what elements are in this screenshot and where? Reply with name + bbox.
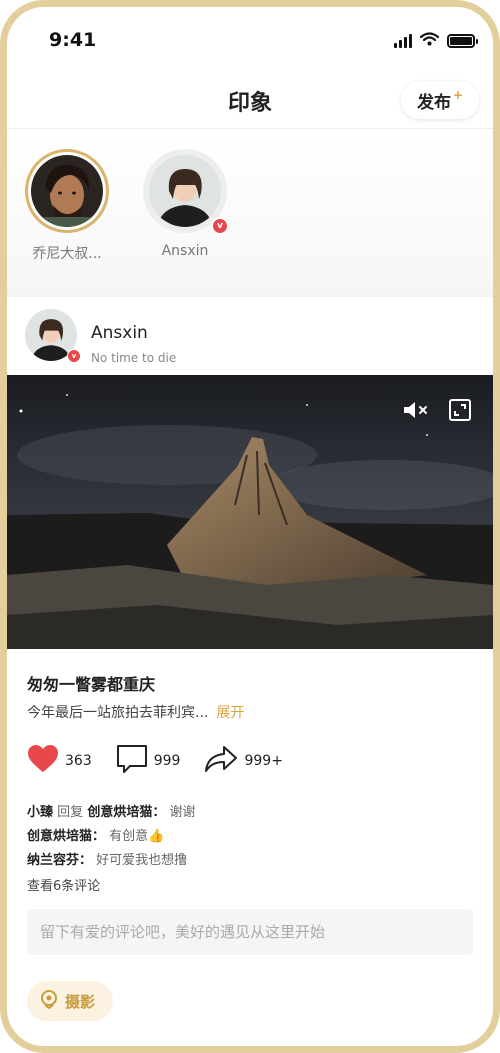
verified-badge-icon: v	[67, 349, 81, 363]
post-author-name[interactable]: Ansxin	[91, 323, 148, 343]
story-ring-active	[25, 149, 109, 233]
share-button[interactable]: 999+	[204, 745, 283, 777]
speaker-mute-icon	[402, 400, 430, 420]
topic-tag-label: 摄影	[65, 992, 96, 1011]
status-icons	[394, 31, 478, 50]
comment-item[interactable]: 纳兰容芬： 好可爱我也想撸	[27, 849, 467, 873]
comment-user[interactable]: 小臻	[27, 805, 53, 820]
verified-badge-icon: v	[211, 217, 229, 235]
comment-input[interactable]	[27, 909, 473, 955]
fullscreen-button[interactable]	[445, 395, 475, 425]
post-author-avatar[interactable]: v	[25, 309, 81, 363]
nav-bar: 印象 发布 +	[7, 71, 493, 129]
mute-button[interactable]	[401, 395, 431, 425]
share-count: 999+	[244, 753, 283, 769]
status-time: 9:41	[49, 29, 97, 51]
comment-list: 小臻 回复 创意烘培猫： 谢谢 创意烘培猫： 有创意👍 纳兰容芬： 好可爱我也想…	[27, 801, 467, 899]
status-bar: 9:41	[7, 7, 493, 71]
comment-user[interactable]: 纳兰容芬：	[27, 853, 92, 868]
reply-word: 回复	[57, 805, 84, 820]
comment-bubble-icon	[116, 744, 148, 778]
story-item[interactable]: v Ansxin	[135, 149, 235, 259]
section-divider	[7, 289, 493, 297]
post-description-text: 今年最后一站旅拍去菲利宾...	[27, 705, 209, 721]
comment-item[interactable]: 创意烘培猫： 有创意👍	[27, 825, 467, 849]
view-all-comments-link[interactable]: 查看6条评论	[27, 875, 467, 899]
post-author-subtitle: No time to die	[91, 351, 177, 365]
comment-text: 有创意	[109, 829, 149, 844]
stories-row: 乔尼大叔... v Ansxin	[7, 129, 493, 289]
story-name: Ansxin	[161, 243, 209, 259]
comment-count: 999	[153, 753, 181, 769]
comment-button[interactable]: 999	[116, 744, 181, 778]
comment-user[interactable]: 创意烘培猫：	[27, 829, 105, 844]
comment-reply-to[interactable]: 创意烘培猫：	[87, 805, 165, 820]
battery-icon	[447, 33, 478, 48]
topic-tag[interactable]: 摄影	[27, 981, 114, 1021]
signal-icon	[394, 33, 412, 48]
publish-label: 发布	[416, 92, 451, 113]
like-count: 363	[65, 753, 92, 769]
wifi-icon	[419, 31, 440, 50]
location-pin-icon	[39, 989, 59, 1013]
phone-frame: 9:41 印象 发布 + 乔尼大叔... v Ansxin v Ansxin N…	[0, 0, 500, 1053]
plus-icon: +	[452, 88, 464, 102]
story-item[interactable]: 乔尼大叔...	[17, 149, 117, 263]
post-description: 今年最后一站旅拍去菲利宾... 展开	[27, 702, 244, 722]
comment-text: 谢谢	[169, 805, 196, 820]
publish-button[interactable]: 发布 +	[401, 81, 479, 119]
post-video[interactable]	[7, 375, 493, 649]
comment-text: 好可爱我也想撸	[96, 853, 188, 868]
post-title: 匆匆一瞥雾都重庆	[27, 675, 156, 694]
avatar	[31, 155, 103, 227]
like-button[interactable]: 363	[27, 745, 92, 777]
thumbs-up-icon: 👍	[148, 829, 165, 844]
heart-icon	[27, 745, 59, 777]
avatar	[149, 155, 221, 227]
expand-link[interactable]: 展开	[216, 705, 244, 721]
fullscreen-icon	[448, 398, 472, 422]
comment-item[interactable]: 小臻 回复 创意烘培猫： 谢谢	[27, 801, 467, 825]
post-actions: 363 999 999+	[27, 743, 307, 779]
story-name: 乔尼大叔...	[32, 246, 102, 262]
story-ring: v	[143, 149, 229, 235]
share-arrow-icon	[204, 745, 238, 777]
